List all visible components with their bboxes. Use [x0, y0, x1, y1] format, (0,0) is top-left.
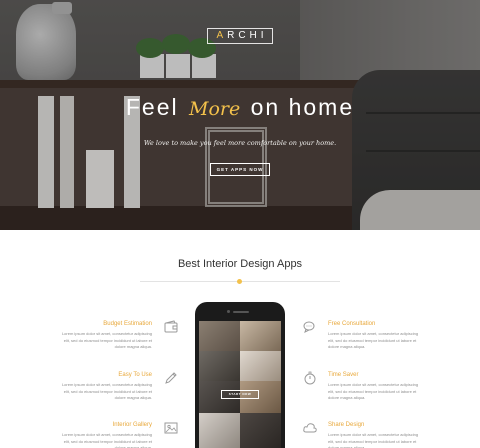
feature-description: Lorem ipsum dolor sit amet, consectetur …	[61, 432, 152, 448]
feature-title: Interior Gallery	[112, 422, 152, 428]
hero-section: ARCHI Feel More on home We love to make …	[0, 0, 480, 230]
feature-description: Lorem ipsum dolor sit amet, consectetur …	[328, 432, 419, 448]
cloud-icon	[303, 423, 317, 433]
feature-title: Time Saver	[328, 372, 359, 378]
headline-part-1: Feel	[125, 94, 179, 120]
wallet-icon	[164, 320, 178, 333]
feature-description: Lorem ipsum dolor sit amet, consectetur …	[328, 331, 419, 349]
phone-camera	[227, 310, 230, 313]
hero-headline: Feel More on home	[0, 94, 480, 121]
screen-photo-tile[interactable]	[240, 321, 281, 351]
divider-accent-dot	[237, 279, 242, 284]
logo-text: RCHI	[227, 30, 268, 41]
pencil-icon	[165, 372, 177, 384]
feature-title: Easy To Use	[118, 372, 152, 378]
phone-speaker	[233, 311, 249, 313]
feature-easy-to-use: Easy To Use Lorem ipsum dolor sit amet, …	[60, 372, 152, 402]
screen-photo-tile[interactable]	[199, 351, 240, 381]
archi-logo[interactable]: ARCHI	[207, 28, 273, 44]
feature-description: Lorem ipsum dolor sit amet, consectetur …	[61, 382, 152, 400]
chat-bubbles-icon	[303, 321, 315, 333]
feature-description: Lorem ipsum dolor sit amet, consectetur …	[328, 382, 419, 400]
feature-title: Share Design	[328, 422, 365, 428]
screen-photo-tile[interactable]	[240, 351, 281, 381]
image-icon	[164, 422, 178, 434]
screen-photo-tile[interactable]	[199, 413, 240, 448]
logo-accent-letter: A	[216, 30, 228, 41]
screen-photo-tile[interactable]	[199, 321, 240, 351]
feature-share-design: Share Design Lorem ipsum dolor sit amet,…	[328, 422, 420, 448]
hero-subtitle: We love to make you feel more comfortabl…	[143, 139, 337, 147]
stopwatch-icon	[304, 371, 316, 385]
feature-interior-gallery: Interior Gallery Lorem ipsum dolor sit a…	[60, 422, 152, 448]
screen-photo-tile[interactable]	[240, 413, 281, 448]
feature-time-saver: Time Saver Lorem ipsum dolor sit amet, c…	[328, 372, 420, 402]
phone-screen	[199, 321, 281, 448]
feature-budget-estimation: Budget Estimation Lorem ipsum dolor sit …	[60, 321, 152, 351]
feature-description: Lorem ipsum dolor sit amet, consectetur …	[61, 331, 152, 349]
feature-title: Budget Estimation	[103, 321, 152, 327]
section-title: Best Interior Design Apps	[177, 258, 303, 270]
feature-title: Free Consultation	[328, 321, 376, 327]
headline-part-2: on home	[250, 94, 355, 120]
headline-script-word: More	[189, 98, 241, 120]
feature-free-consultation: Free Consultation Lorem ipsum dolor sit …	[328, 321, 420, 351]
start-now-button[interactable]: START NOW	[221, 390, 259, 399]
get-apps-button[interactable]: GET APPS NOW	[210, 163, 270, 176]
